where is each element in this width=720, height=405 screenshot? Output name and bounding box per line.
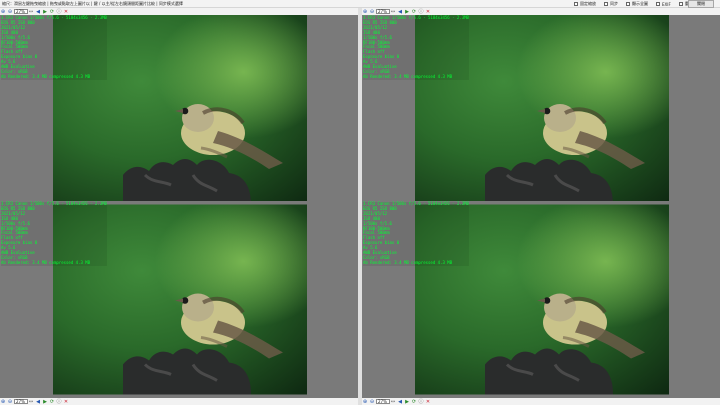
rotate-icon[interactable]: ⟳ bbox=[49, 9, 55, 15]
zoom-field[interactable]: 27% bbox=[14, 9, 28, 14]
zoom-in-icon[interactable]: ⊕ bbox=[362, 9, 368, 15]
instructions-text: 縮尺：滑鼠左鍵拖曳縮放 | 拖曳或點取左上圖片以 | 鍵 / 以主/從左右鏡頭間… bbox=[2, 1, 183, 6]
rotate-icon[interactable]: ⟳ bbox=[49, 399, 55, 405]
close-icon[interactable]: ✕ bbox=[425, 399, 431, 405]
option-label: EXIF bbox=[662, 1, 671, 7]
close-icon[interactable]: ✕ bbox=[425, 9, 431, 15]
option-label: 固定縮放 bbox=[580, 1, 596, 6]
zoom-in-icon[interactable]: ⊕ bbox=[362, 399, 368, 405]
checkbox[interactable] bbox=[604, 2, 608, 6]
option-label: 同步 bbox=[610, 1, 618, 6]
zoom-field[interactable]: 27% bbox=[14, 399, 28, 404]
exif-overlay: 3.CR3 Canon 1/500s f/5.6 · 5184x3456 · 2… bbox=[363, 201, 469, 266]
panel-toolbar: ⊕ ⊖ 27% ↔ ◀ ▶ ⟳ ⓘ ✕ bbox=[0, 398, 358, 405]
info-icon[interactable]: ⓘ bbox=[418, 9, 424, 15]
exif-overlay: 3.CR3 Canon 1/500s f/5.6 · 5184x3456 · 2… bbox=[1, 201, 107, 266]
zoom-out-icon[interactable]: ⊖ bbox=[369, 9, 375, 15]
option-sync[interactable]: 同步 bbox=[604, 0, 618, 8]
fit-icon[interactable]: ↔ bbox=[28, 399, 34, 405]
checkbox[interactable] bbox=[574, 2, 578, 6]
option-label: 顯示全圖 bbox=[632, 1, 648, 6]
image-viewport[interactable]: 3.CR3 Canon 1/500s f/5.6 · 5184x3456 · 2… bbox=[0, 201, 358, 398]
info-icon[interactable]: ⓘ bbox=[418, 399, 424, 405]
panel-top-right: ⊕ ⊖ 27% ↔ ◀ ▶ ⟳ ⓘ ✕ 3.CR3 Canon 1/500s f… bbox=[362, 8, 720, 205]
fit-icon[interactable]: ↔ bbox=[390, 9, 396, 15]
checkbox[interactable] bbox=[678, 2, 683, 6]
zoom-field[interactable]: 27% bbox=[376, 9, 390, 14]
prev-icon[interactable]: ◀ bbox=[397, 9, 403, 15]
top-toolbar: 縮尺：滑鼠左鍵拖曳縮放 | 拖曳或點取左上圖片以 | 鍵 / 以主/從左右鏡頭間… bbox=[0, 0, 720, 8]
panel-bottom-left: ⊕ ⊖ 27% ↔ ◀ ▶ ⟳ ⓘ ✕ 3.CR3 Canon 1/500s f… bbox=[0, 201, 358, 405]
zoom-out-icon[interactable]: ⊖ bbox=[7, 9, 13, 15]
option-lock-zoom[interactable]: 固定縮放 bbox=[574, 0, 596, 8]
panel-toolbar: ⊕ ⊖ 27% ↔ ◀ ▶ ⟳ ⓘ ✕ bbox=[362, 8, 720, 15]
exif-overlay: 3.CR3 Canon 1/500s f/5.6 · 5184x3456 · 2… bbox=[363, 15, 469, 80]
next-icon[interactable]: ▶ bbox=[404, 9, 410, 15]
zoom-in-icon[interactable]: ⊕ bbox=[0, 399, 6, 405]
rotate-icon[interactable]: ⟳ bbox=[411, 9, 417, 15]
panel-toolbar: ⊕ ⊖ 27% ↔ ◀ ▶ ⟳ ⓘ ✕ bbox=[362, 398, 720, 405]
option-exif[interactable]: EXIF bbox=[656, 0, 671, 8]
close-icon[interactable]: ✕ bbox=[63, 9, 69, 15]
close-button[interactable]: 關閉 bbox=[688, 0, 714, 8]
panel-bottom-right: ⊕ ⊖ 27% ↔ ◀ ▶ ⟳ ⓘ ✕ 3.CR3 Canon 1/500s f… bbox=[362, 201, 720, 405]
option-show-all[interactable]: 顯示全圖 bbox=[626, 0, 648, 8]
image-viewport[interactable]: 3.CR3 Canon 1/500s f/5.6 · 5184x3456 · 2… bbox=[362, 201, 720, 398]
zoom-in-icon[interactable]: ⊕ bbox=[0, 9, 6, 15]
panel-top-left: ⊕ ⊖ 27% ↔ ◀ ▶ ⟳ ⓘ ✕ 3.CR3 Canon 1/500s f… bbox=[0, 8, 358, 205]
zoom-field[interactable]: 27% bbox=[376, 399, 390, 404]
fit-icon[interactable]: ↔ bbox=[28, 9, 34, 15]
info-icon[interactable]: ⓘ bbox=[56, 9, 62, 15]
zoom-out-icon[interactable]: ⊖ bbox=[369, 399, 375, 405]
exif-overlay: 3.CR3 Canon 1/500s f/5.6 · 5184x3456 · 2… bbox=[1, 15, 107, 80]
fit-icon[interactable]: ↔ bbox=[390, 399, 396, 405]
rotate-icon[interactable]: ⟳ bbox=[411, 399, 417, 405]
close-icon[interactable]: ✕ bbox=[63, 399, 69, 405]
checkbox[interactable] bbox=[656, 2, 660, 6]
next-icon[interactable]: ▶ bbox=[404, 399, 410, 405]
zoom-out-icon[interactable]: ⊖ bbox=[7, 399, 13, 405]
prev-icon[interactable]: ◀ bbox=[35, 9, 41, 15]
image-viewport[interactable]: 3.CR3 Canon 1/500s f/5.6 · 5184x3456 · 2… bbox=[0, 15, 358, 205]
panel-toolbar: ⊕ ⊖ 27% ↔ ◀ ▶ ⟳ ⓘ ✕ bbox=[0, 8, 358, 15]
checkbox[interactable] bbox=[626, 2, 630, 6]
next-icon[interactable]: ▶ bbox=[42, 9, 48, 15]
next-icon[interactable]: ▶ bbox=[42, 399, 48, 405]
image-viewport[interactable]: 3.CR3 Canon 1/500s f/5.6 · 5184x3456 · 2… bbox=[362, 15, 720, 205]
options-group: 固定縮放 同步 顯示全圖 EXIF 重置 bbox=[574, 0, 701, 8]
prev-icon[interactable]: ◀ bbox=[35, 399, 41, 405]
info-icon[interactable]: ⓘ bbox=[56, 399, 62, 405]
prev-icon[interactable]: ◀ bbox=[397, 399, 403, 405]
